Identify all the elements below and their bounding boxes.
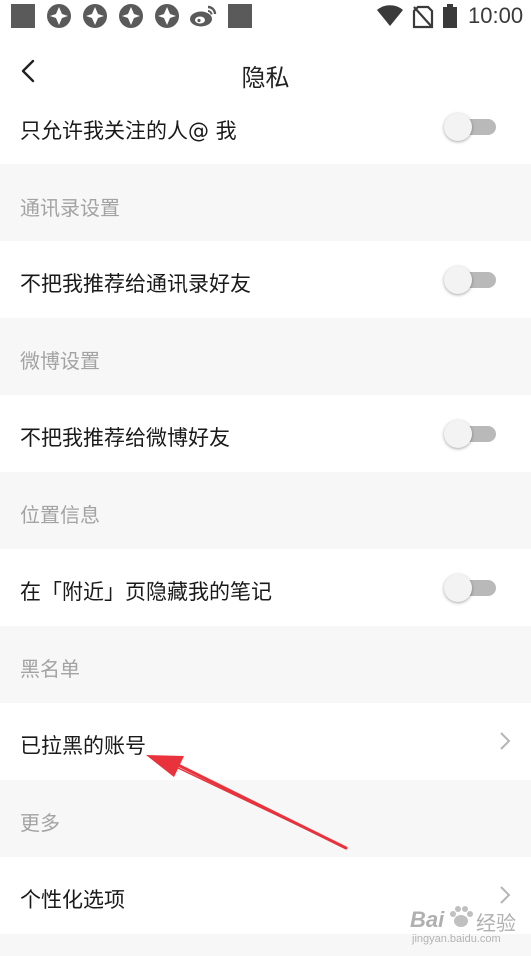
status-bar: 10:00	[0, 0, 531, 34]
toggle-no-recommend-weibo[interactable]	[444, 420, 496, 448]
section-location: 位置信息	[0, 472, 531, 549]
watermark-brand: Bai	[410, 907, 445, 932]
clock-time: 10:00	[468, 3, 524, 28]
chevron-right-icon	[498, 731, 512, 751]
watermark-url: jingyan.baidu.com	[412, 933, 501, 945]
no-sim-icon	[412, 5, 434, 29]
app-square-icon	[228, 4, 252, 28]
page-title: 隐私	[241, 64, 290, 92]
wifi-icon	[376, 5, 404, 27]
section-more: 更多	[0, 780, 531, 857]
section-header: 更多	[20, 811, 60, 835]
section-header: 黑名单	[20, 657, 80, 681]
battery-icon	[443, 4, 457, 28]
paw-icon	[448, 905, 474, 929]
row-label: 不把我推荐给通讯录好友	[20, 272, 251, 296]
row-hide-nearby: 在「附近」页隐藏我的笔记	[0, 549, 531, 626]
toggle-mention-only-following[interactable]	[444, 113, 496, 141]
section-contacts: 通讯录设置	[0, 164, 531, 241]
toggle-knob	[444, 266, 472, 294]
row-label: 个性化选项	[20, 888, 125, 912]
watermark-suffix: 经验	[476, 913, 516, 935]
circle-icon	[47, 4, 71, 28]
row-label: 只允许我关注的人@ 我	[20, 119, 237, 143]
section-header: 微博设置	[20, 349, 100, 373]
row-no-recommend-contacts: 不把我推荐给通讯录好友	[0, 241, 531, 318]
toggle-knob	[444, 420, 472, 448]
section-header: 位置信息	[20, 503, 100, 527]
circle-icon	[155, 4, 179, 28]
toggle-knob	[444, 113, 472, 141]
row-no-recommend-weibo: 不把我推荐给微博好友	[0, 395, 531, 472]
section-header: 通讯录设置	[20, 196, 120, 220]
baidu-watermark: Bai 经验 jingyan.baidu.com	[410, 893, 531, 953]
toggle-hide-nearby[interactable]	[444, 574, 496, 602]
app-square-icon	[11, 4, 35, 28]
toggle-knob	[444, 574, 472, 602]
privacy-screen: 10:00 隐私 只允许我关注的人@ 我 通讯录设置 不把我推荐给通讯录好友 微…	[0, 0, 531, 956]
section-blacklist: 黑名单	[0, 626, 531, 703]
row-label: 已拉黑的账号	[20, 734, 146, 758]
row-label: 不把我推荐给微博好友	[20, 426, 230, 450]
row-mention-only-following: 只允许我关注的人@ 我	[0, 95, 531, 164]
row-blocked-accounts[interactable]: 已拉黑的账号	[0, 703, 531, 780]
weibo-icon	[189, 4, 217, 28]
circle-icon	[83, 4, 107, 28]
toggle-no-recommend-contacts[interactable]	[444, 266, 496, 294]
circle-icon	[119, 4, 143, 28]
section-weibo: 微博设置	[0, 318, 531, 395]
row-label: 在「附近」页隐藏我的笔记	[20, 580, 272, 604]
